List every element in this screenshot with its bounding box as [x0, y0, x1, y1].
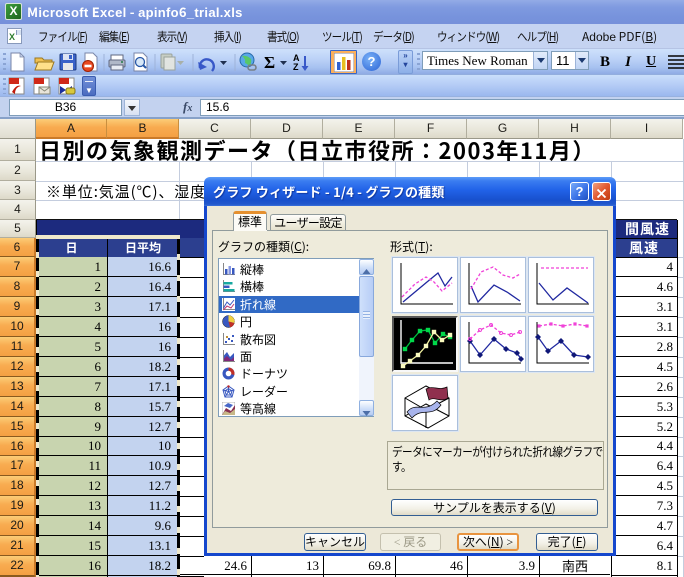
svg-text:Σ: Σ — [264, 53, 275, 72]
svg-text:Z: Z — [293, 62, 299, 72]
